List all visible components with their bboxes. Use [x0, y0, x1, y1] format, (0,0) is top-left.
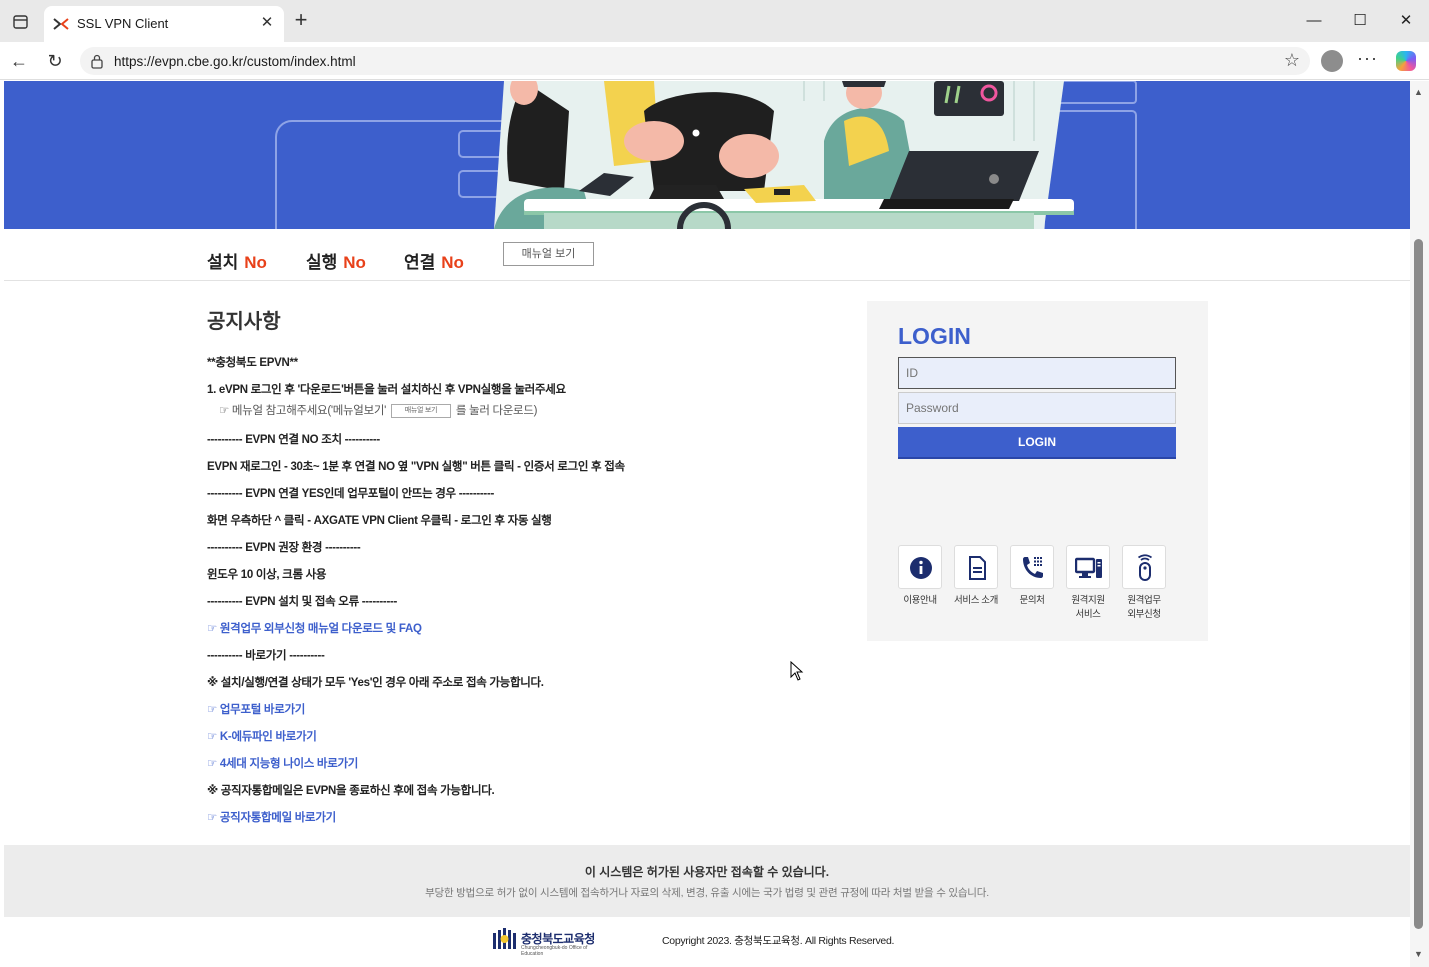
login-title: LOGIN: [898, 323, 971, 349]
service-contact[interactable]: 문의처: [1004, 545, 1060, 608]
scroll-up-icon[interactable]: ▲: [1414, 87, 1423, 97]
service-remote-work-application[interactable]: 원격업무외부신청: [1116, 545, 1172, 622]
notice-line: ※ 설치/실행/연결 상태가 모두 'Yes'인 경우 아래 주소로 접속 가능…: [207, 677, 544, 689]
notice-divider: ---------- EVPN 권장 환경 ----------: [207, 542, 361, 554]
more-menu-icon[interactable]: ···: [1357, 48, 1378, 69]
run-status: 실행 No: [306, 248, 366, 273]
maximize-button[interactable]: ☐: [1345, 8, 1375, 34]
remote-icon: [1137, 554, 1153, 581]
scroll-down-icon[interactable]: ▼: [1414, 949, 1423, 959]
page-viewport: 설치 No 실행 No 연결 No 매뉴얼 보기 공지사항 **충청북도 EPVN**…: [4, 81, 1410, 967]
notice-line: 1. eVPN 로그인 후 '다운로드'버튼을 눌러 설치하신 후 VPN실행을…: [207, 384, 566, 396]
notice-divider: ---------- EVPN 연결 YES인데 업무포털이 안뜨는 경우 --…: [207, 488, 495, 500]
header-banner: [4, 81, 1410, 229]
vpn-status-bar: 설치 No 실행 No 연결 No 매뉴얼 보기: [4, 229, 1410, 281]
install-label: 설치: [207, 253, 239, 272]
mail-link[interactable]: ☞ 공직자통합메일 바로가기: [207, 809, 336, 825]
connect-value: No: [441, 253, 464, 272]
service-icon-box: [1010, 545, 1054, 589]
browser-tabbar: SSL VPN Client ✕ + — ☐ ✕: [0, 0, 1429, 42]
computer-icon: [1075, 557, 1102, 578]
new-tab-button[interactable]: +: [290, 9, 312, 32]
manual-hint-button[interactable]: 매뉴얼 보기: [390, 403, 451, 418]
back-button[interactable]: ←: [6, 49, 32, 73]
neis-link[interactable]: ☞ 4세대 지능형 나이스 바로가기: [207, 755, 358, 771]
notice-line: EVPN 재로그인 - 30초~ 1분 후 연결 NO 옆 "VPN 실행" 버…: [207, 461, 625, 473]
manual-hint-text: 를 눌러 다운로드): [455, 405, 538, 417]
service-remote-support[interactable]: 원격지원서비스: [1060, 545, 1116, 622]
page-scrollbar[interactable]: ▲ ▼: [1410, 81, 1429, 967]
org-logo: 충청북도교육청 Chungcheongbuk-do Office of Educ…: [491, 927, 606, 957]
address-bar: ← ↻ https://evpn.cbe.go.kr/custom/index.…: [0, 42, 1429, 80]
login-panel: LOGIN LOGIN 이용안내 서비스 소개: [867, 301, 1208, 641]
notice-divider: ---------- EVPN 연결 NO 조치 ----------: [207, 434, 380, 446]
service-icon-box: [954, 545, 998, 589]
password-input[interactable]: [898, 392, 1176, 424]
notice-line: ※ 공직자통합메일은 EVPN을 종료하신 후에 접속 가능합니다.: [207, 785, 495, 797]
service-label-line2: 외부신청: [1127, 609, 1161, 620]
refresh-button[interactable]: ↻: [42, 49, 68, 73]
service-label: 문의처: [1019, 595, 1045, 606]
manual-hint-text: ☞ 메뉴얼 참고해주세요('메뉴얼보기': [219, 405, 387, 417]
service-label: 원격지원서비스: [1060, 594, 1116, 622]
phone-icon: [1023, 557, 1043, 578]
banner-illustration: [275, 81, 1137, 229]
notice-line: 화면 우측하단 ^ 클릭 - AXGATE VPN Client 우클릭 - 로…: [207, 515, 552, 527]
install-value: No: [244, 253, 267, 272]
login-button[interactable]: LOGIN: [898, 427, 1176, 459]
service-icon-box: [1066, 545, 1110, 589]
service-label: 이용안내: [903, 595, 937, 606]
notice-line: **충청북도 EPVN**: [207, 357, 298, 369]
tab-actions-icon[interactable]: [8, 11, 32, 33]
lock-icon: [91, 54, 103, 69]
footer-warning-title: 이 시스템은 허가된 사용자만 접속할 수 있습니다.: [584, 865, 830, 879]
connect-status: 연결 No: [404, 248, 464, 273]
document-icon: [969, 556, 986, 580]
service-label: 원격업무외부신청: [1116, 594, 1172, 622]
copilot-icon[interactable]: [1396, 51, 1416, 71]
faq-link[interactable]: ☞ 원격업무 외부신청 매뉴얼 다운로드 및 FAQ: [207, 620, 422, 636]
notice-divider: ---------- 바로가기 ----------: [207, 650, 325, 662]
favorite-star-icon[interactable]: ☆: [1284, 50, 1300, 71]
notice-divider: ---------- EVPN 설치 및 접속 오류 ----------: [207, 596, 398, 608]
tab-close-icon[interactable]: ✕: [258, 14, 276, 32]
service-label-line2: 서비스: [1075, 609, 1101, 620]
manual-hint: ☞ 메뉴얼 참고해주세요('메뉴얼보기' 매뉴얼 보기 를 눌러 다운로드): [219, 402, 537, 418]
scroll-thumb[interactable]: [1414, 239, 1423, 929]
url-field[interactable]: https://evpn.cbe.go.kr/custom/index.html…: [80, 47, 1310, 75]
manual-view-button[interactable]: 매뉴얼 보기: [503, 242, 594, 266]
run-value: No: [343, 253, 366, 272]
notice-title: 공지사항: [207, 311, 281, 333]
service-introduction[interactable]: 서비스 소개: [948, 545, 1004, 608]
notice-line: 윈도우 10 이상, 크롬 사용: [207, 569, 327, 581]
service-usage-guide[interactable]: 이용안내: [892, 545, 948, 608]
org-subtitle: Chungcheongbuk-do Office of Education: [521, 945, 588, 957]
url-text: https://evpn.cbe.go.kr/custom/index.html: [114, 54, 356, 69]
edufine-link[interactable]: ☞ K-에듀파인 바로가기: [207, 728, 317, 744]
install-status: 설치 No: [207, 248, 267, 273]
footer-warning: 이 시스템은 허가된 사용자만 접속할 수 있습니다. 부당한 방법으로 허가 …: [4, 845, 1410, 917]
org-emblem-icon: [493, 928, 516, 949]
browser-tab[interactable]: SSL VPN Client ✕: [44, 6, 284, 42]
service-icon-box: [1122, 545, 1166, 589]
axgate-favicon-icon: [53, 18, 69, 30]
mouse-cursor-icon: [790, 661, 804, 681]
service-label: 서비스 소개: [954, 595, 998, 606]
service-label-line1: 원격지원: [1071, 595, 1105, 606]
profile-avatar[interactable]: [1321, 50, 1343, 72]
service-icon-box: [898, 545, 942, 589]
copyright-text: Copyright 2023. 충청북도교육청. All Rights Rese…: [662, 935, 895, 947]
close-window-button[interactable]: ✕: [1391, 8, 1421, 34]
connect-label: 연결: [404, 253, 436, 272]
minimize-button[interactable]: —: [1299, 8, 1329, 34]
service-label-line1: 원격업무: [1127, 595, 1161, 606]
id-input[interactable]: [898, 357, 1176, 389]
portal-link[interactable]: ☞ 업무포털 바로가기: [207, 701, 305, 717]
footer-warning-text: 부당한 방법으로 허가 없이 시스템에 접속하거나 자료의 삭제, 변경, 유출…: [425, 887, 989, 899]
run-label: 실행: [306, 253, 338, 272]
tab-title: SSL VPN Client: [77, 16, 169, 31]
info-icon: [910, 557, 932, 579]
